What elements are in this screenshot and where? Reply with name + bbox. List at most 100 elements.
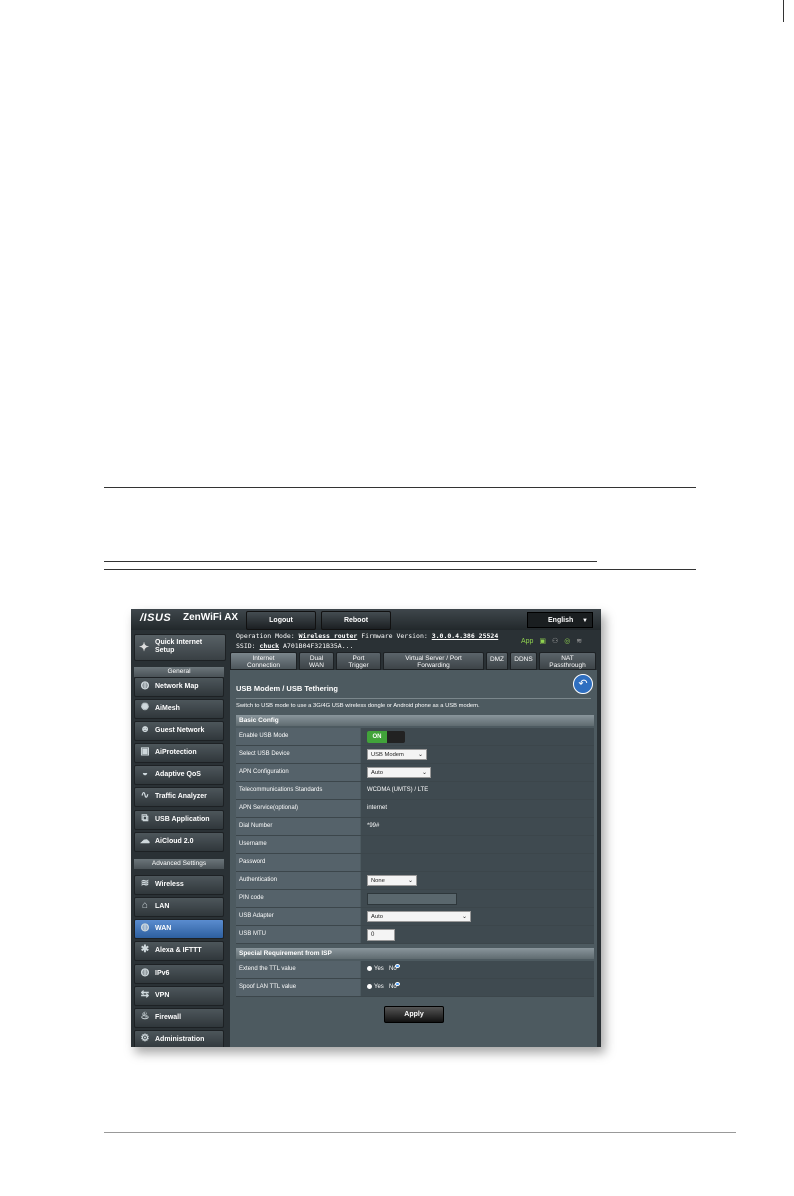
tab-label-line1: Dual (309, 655, 324, 662)
router-ui-screenshot: /ISUS ZenWiFi AX Logout Reboot English ▼… (131, 609, 601, 1047)
op-mode-link[interactable]: Wireless router (299, 632, 358, 640)
sidebar-item-aiprotection[interactable]: ▣ AiProtection (134, 743, 224, 763)
tab-port-trigger[interactable]: Port Trigger (336, 652, 381, 670)
reboot-button[interactable]: Reboot (321, 611, 391, 630)
sidebar-item-aicloud[interactable]: ☁ AiCloud 2.0 (134, 832, 224, 852)
select-value: USB Modem (371, 752, 404, 758)
qis-line2: Setup (155, 647, 175, 654)
spoof-ttl-no-radio[interactable]: No (389, 979, 400, 996)
sidebar-item-usb-application[interactable]: ⧉ USB Application (134, 810, 224, 830)
tab-dmz[interactable]: DMZ (486, 652, 508, 670)
special-requirement-header: Special Requirement from ISP (236, 948, 594, 959)
telecom-standards-value: WCDMA (UMTS) / LTE (367, 787, 429, 793)
extend-ttl-no-radio[interactable]: No (389, 961, 400, 978)
select-value: Auto (371, 914, 383, 920)
language-select[interactable]: English ▼ (527, 612, 593, 628)
row-label: Extend the TTL value (236, 961, 360, 978)
globe-icon: ◍ (140, 680, 150, 691)
sidebar-item-guest-network[interactable]: ☻ Guest Network (134, 721, 224, 741)
apn-config-select[interactable]: Auto ⌄ (367, 767, 431, 778)
apply-button[interactable]: Apply (384, 1006, 444, 1023)
pin-code-input[interactable] (367, 893, 457, 905)
sidebar-item-wireless[interactable]: ≋ Wireless (134, 875, 224, 895)
apn-service-row: APN Service(optional) internet (236, 800, 594, 818)
guest-status-icon[interactable]: ◎ (564, 638, 570, 645)
usb-adapter-select[interactable]: Auto ⌄ (367, 911, 471, 922)
sidebar-item-firewall[interactable]: ♨ Firewall (134, 1008, 224, 1028)
ssid-label: SSID: (236, 642, 256, 650)
chevron-down-icon: ▼ (582, 618, 588, 624)
sidebar-item-administration[interactable]: ⚙ Administration (134, 1030, 224, 1047)
authentication-select[interactable]: None ⌄ (367, 875, 417, 886)
firmware-link[interactable]: 3.0.0.4.386_25524 (432, 632, 499, 640)
telecom-standards-row: Telecommunications Standards WCDMA (UMTS… (236, 782, 594, 800)
sidebar-item-wan[interactable]: ◍ WAN (134, 919, 224, 939)
tab-virtual-server[interactable]: Virtual Server / Port Forwarding (383, 652, 484, 670)
select-value: Auto (371, 770, 383, 776)
ssid-link[interactable]: chuck (260, 642, 280, 650)
page-title: USB Modem / USB Tethering (236, 684, 338, 693)
top-bar: /ISUS ZenWiFi AX Logout Reboot English ▼ (131, 609, 601, 630)
network-status-icon[interactable]: ▣ (539, 638, 546, 645)
sidebar-item-label: Network Map (155, 683, 199, 690)
authentication-row: Authentication None ⌄ (236, 872, 594, 890)
sidebar-item-label: WAN (155, 925, 172, 932)
app-label[interactable]: App (521, 638, 533, 645)
tab-label-line1: NAT (561, 655, 574, 662)
sidebar-item-ipv6[interactable]: ◍ IPv6 (134, 964, 224, 984)
pin-code-row: PIN code (236, 890, 594, 908)
sidebar-item-vpn[interactable]: ⇆ VPN (134, 986, 224, 1006)
select-usb-device-row: Select USB Device USB Modem ⌄ (236, 746, 594, 764)
radio-label: Yes (374, 966, 384, 972)
globe-icon: ◍ (140, 967, 150, 978)
sidebar-item-label: Guest Network (155, 727, 205, 734)
sidebar-item-alexa-ifttt[interactable]: ✱ Alexa & IFTTT (134, 941, 224, 961)
basic-config-header: Basic Config (236, 715, 594, 726)
logout-button[interactable]: Logout (246, 611, 316, 630)
usb-mode-toggle[interactable]: ON (367, 731, 405, 743)
spoof-ttl-row: Spoof LAN TTL value Yes No (236, 979, 594, 997)
enable-usb-mode-row: Enable USB Mode ON (236, 728, 594, 746)
toggle-on-label: ON (367, 731, 387, 743)
usb-mtu-input[interactable]: 0 (367, 929, 395, 941)
sidebar-item-adaptive-qos[interactable]: ◒ Adaptive QoS (134, 765, 224, 785)
note-top-rule (104, 487, 696, 488)
chevron-down-icon: ⌄ (461, 914, 467, 920)
quick-internet-setup-button[interactable]: ✦ Quick Internet Setup (134, 634, 226, 661)
back-button[interactable]: ↶ (573, 674, 593, 694)
tab-internet-connection[interactable]: Internet Connection (230, 652, 297, 670)
sidebar-item-label: Traffic Analyzer (155, 793, 207, 800)
row-label: USB MTU (236, 926, 360, 943)
general-header: General (134, 667, 224, 677)
sidebar-item-label: Adaptive QoS (155, 771, 201, 778)
extend-ttl-yes-radio[interactable]: Yes (367, 961, 384, 978)
spoof-ttl-yes-radio[interactable]: Yes (367, 979, 384, 996)
sidebar-item-network-map[interactable]: ◍ Network Map (134, 677, 224, 697)
tab-label-line1: Internet (252, 655, 275, 662)
firmware-label: Firmware Version: (361, 632, 428, 640)
sidebar-item-label: AiCloud 2.0 (155, 838, 194, 845)
tab-dual-wan[interactable]: Dual WAN (299, 652, 334, 670)
tab-ddns[interactable]: DDNS (510, 652, 537, 670)
tab-nat-passthrough[interactable]: NAT Passthrough (539, 652, 596, 670)
sidebar-item-label: Firewall (155, 1014, 182, 1021)
wifi-status-icon[interactable]: ≋ (576, 638, 582, 645)
chevron-down-icon: ⌄ (407, 878, 413, 884)
usb-device-select[interactable]: USB Modem ⌄ (367, 749, 427, 760)
password-row: Password (236, 854, 594, 872)
sidebar-item-lan[interactable]: ⌂ LAN (134, 897, 224, 917)
advanced-settings-header: Advanced Settings (134, 859, 224, 869)
tab-label-line1: Virtual Server / Port (405, 655, 462, 662)
tab-label-line1: Port (352, 655, 365, 662)
note-underline (104, 561, 597, 562)
sidebar: ✦ Quick Internet Setup General ◍ Network M… (131, 630, 228, 1047)
row-label: APN Service(optional) (236, 800, 360, 817)
sidebar-item-traffic-analyzer[interactable]: ∿ Traffic Analyzer (134, 787, 224, 807)
sidebar-item-label: Alexa & IFTTT (155, 947, 202, 954)
sidebar-item-label: Administration (155, 1036, 205, 1043)
language-label: English (548, 617, 574, 624)
row-label: Spoof LAN TTL value (236, 979, 360, 996)
sidebar-item-aimesh[interactable]: ✺ AiMesh (134, 699, 224, 719)
usb-status-icon[interactable]: ⚇ (552, 638, 558, 645)
usb-adapter-row: USB Adapter Auto ⌄ (236, 908, 594, 926)
